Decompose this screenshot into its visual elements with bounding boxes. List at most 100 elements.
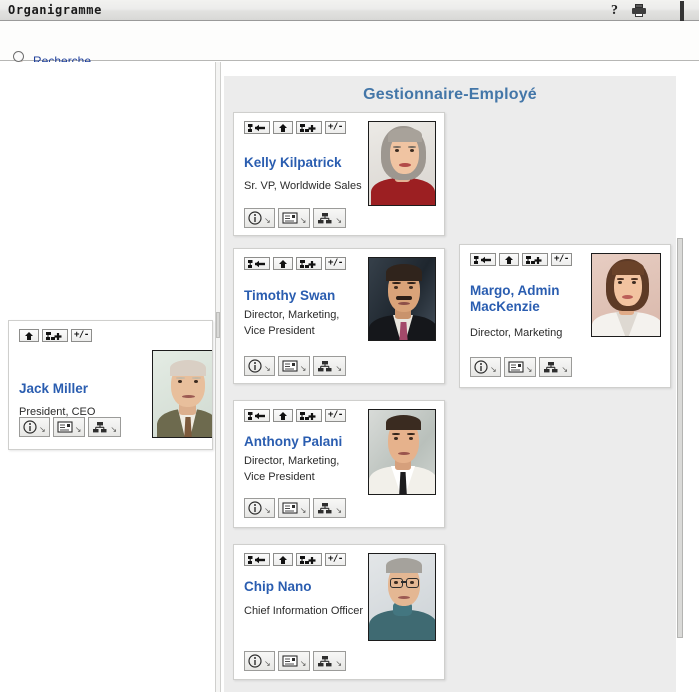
dropdown-caret: ↘ [264, 505, 271, 515]
minimize-icon[interactable] [656, 4, 669, 18]
go-to-manager-button[interactable] [244, 121, 270, 134]
page-title: Gestionnaire-Employé [363, 86, 537, 103]
card-nav-buttons: +/- [244, 409, 346, 422]
dropdown-caret: ↘ [299, 505, 307, 515]
employee-photo [368, 553, 436, 641]
employee-photo [152, 350, 212, 438]
business-card-button[interactable]: ↘ [277, 208, 311, 228]
maximize-icon[interactable] [680, 0, 693, 23]
card-action-buttons: ↘ ↘ ↘ [244, 208, 347, 228]
expand-org-button[interactable] [296, 257, 322, 270]
info-button[interactable]: ↘ [244, 498, 275, 518]
employee-photo [368, 121, 436, 206]
print-icon[interactable] [632, 3, 646, 18]
employee-card-jack-miller[interactable]: +/- Jack Miller President, CEO ↘ ↘ ↘ [8, 320, 213, 450]
dropdown-caret: ↘ [299, 658, 307, 668]
portrait-kelly-kilpatrick [369, 122, 435, 205]
dropdown-caret: ↘ [525, 364, 533, 374]
employee-name[interactable]: Timothy Swan [244, 288, 335, 304]
employee-card-chip-nano[interactable]: +/- Chip Nano Chief Information Officer … [233, 544, 445, 680]
dropdown-caret: ↘ [264, 658, 271, 668]
plus-minus-button[interactable]: +/- [325, 121, 346, 134]
employee-title: Director, Marketing [470, 327, 563, 339]
dropdown-caret: ↘ [335, 363, 343, 373]
plus-minus-button[interactable]: +/- [551, 253, 572, 266]
up-arrow-button[interactable] [273, 121, 293, 134]
employee-name[interactable]: Anthony Palani [244, 434, 342, 450]
dropdown-caret: ↘ [335, 215, 343, 225]
help-icon[interactable]: ? [608, 3, 621, 18]
up-arrow-button[interactable] [19, 329, 39, 342]
employee-title: Director, Marketing, Vice President [244, 309, 340, 337]
card-action-buttons: ↘ ↘ ↘ [244, 651, 347, 671]
card-nav-buttons: +/- [19, 329, 92, 342]
plus-minus-button[interactable]: +/- [71, 329, 92, 342]
portrait-timothy-swan [369, 258, 435, 340]
card-action-buttons: ↘ ↘ ↘ [244, 498, 347, 518]
info-button[interactable]: ↘ [244, 651, 275, 671]
expand-org-button[interactable] [296, 409, 322, 422]
org-chart-button[interactable]: ↘ [313, 208, 347, 228]
business-card-button[interactable]: ↘ [277, 498, 311, 518]
employee-card-margo-admin-mackenzie[interactable]: +/- Margo, Admin MacKenzie Director, Mar… [459, 244, 671, 388]
up-arrow-button[interactable] [273, 553, 293, 566]
card-action-buttons: ↘ ↘ ↘ [19, 417, 122, 437]
expand-org-button[interactable] [296, 553, 322, 566]
up-arrow-button[interactable] [273, 257, 293, 270]
dropdown-caret: ↘ [264, 215, 271, 225]
expand-org-button[interactable] [42, 329, 68, 342]
employee-card-kelly-kilpatrick[interactable]: +/- Kelly Kilpatrick Sr. VP, Worldwide S… [233, 112, 445, 236]
employee-title: Sr. VP, Worldwide Sales [244, 180, 362, 192]
info-button[interactable]: ↘ [470, 357, 501, 377]
employee-card-timothy-swan[interactable]: +/- Timothy Swan Director, Marketing, Vi… [233, 248, 445, 384]
portrait-jack-miller [153, 351, 212, 437]
org-chart-button[interactable]: ↘ [313, 356, 347, 376]
employee-name[interactable]: Chip Nano [244, 579, 312, 595]
window-title: Organigramme [8, 3, 102, 17]
org-chart-button[interactable]: ↘ [313, 498, 347, 518]
org-chart-button[interactable]: ↘ [88, 417, 122, 437]
dropdown-caret: ↘ [39, 424, 46, 434]
up-arrow-button[interactable] [499, 253, 519, 266]
dropdown-caret: ↘ [264, 363, 271, 373]
plus-minus-button[interactable]: +/- [325, 257, 346, 270]
business-card-button[interactable]: ↘ [277, 651, 311, 671]
plus-minus-button[interactable]: +/- [325, 409, 346, 422]
board-scrollbar-thumb[interactable] [677, 238, 683, 638]
board-scrollbar[interactable] [676, 76, 685, 692]
org-chart-button[interactable]: ↘ [539, 357, 573, 377]
card-nav-buttons: +/- [244, 121, 346, 134]
window-title-bar: Organigramme ? [0, 0, 699, 23]
org-chart-button[interactable]: ↘ [313, 651, 347, 671]
dropdown-caret: ↘ [299, 363, 307, 373]
info-button[interactable]: ↘ [244, 208, 275, 228]
go-to-manager-button[interactable] [244, 409, 270, 422]
info-button[interactable]: ↘ [19, 417, 50, 437]
employee-photo [368, 257, 436, 341]
employee-name[interactable]: Kelly Kilpatrick [244, 155, 342, 171]
employee-name[interactable]: Jack Miller [19, 381, 88, 397]
go-to-manager-button[interactable] [244, 553, 270, 566]
card-nav-buttons: +/- [244, 257, 346, 270]
go-to-manager-button[interactable] [244, 257, 270, 270]
employee-name[interactable]: Margo, Admin MacKenzie [470, 283, 580, 315]
employee-card-anthony-palani[interactable]: +/- Anthony Palani Director, Marketing, … [233, 400, 445, 528]
dropdown-caret: ↘ [299, 215, 307, 225]
up-arrow-button[interactable] [273, 409, 293, 422]
employee-title: Director, Marketing, Vice President [244, 455, 340, 483]
business-card-button[interactable]: ↘ [277, 356, 311, 376]
employee-title: Chief Information Officer [244, 605, 364, 617]
portrait-chip-nano [369, 554, 435, 640]
dropdown-caret: ↘ [335, 658, 343, 668]
splitter-grip[interactable] [216, 312, 220, 338]
business-card-button[interactable]: ↘ [503, 357, 537, 377]
card-action-buttons: ↘ ↘ ↘ [244, 356, 347, 376]
plus-minus-button[interactable]: +/- [325, 553, 346, 566]
window-controls: ? [608, 0, 693, 23]
business-card-button[interactable]: ↘ [52, 417, 86, 437]
info-button[interactable]: ↘ [244, 356, 275, 376]
dropdown-caret: ↘ [74, 424, 82, 434]
expand-org-button[interactable] [296, 121, 322, 134]
go-to-manager-button[interactable] [470, 253, 496, 266]
expand-org-button[interactable] [522, 253, 548, 266]
